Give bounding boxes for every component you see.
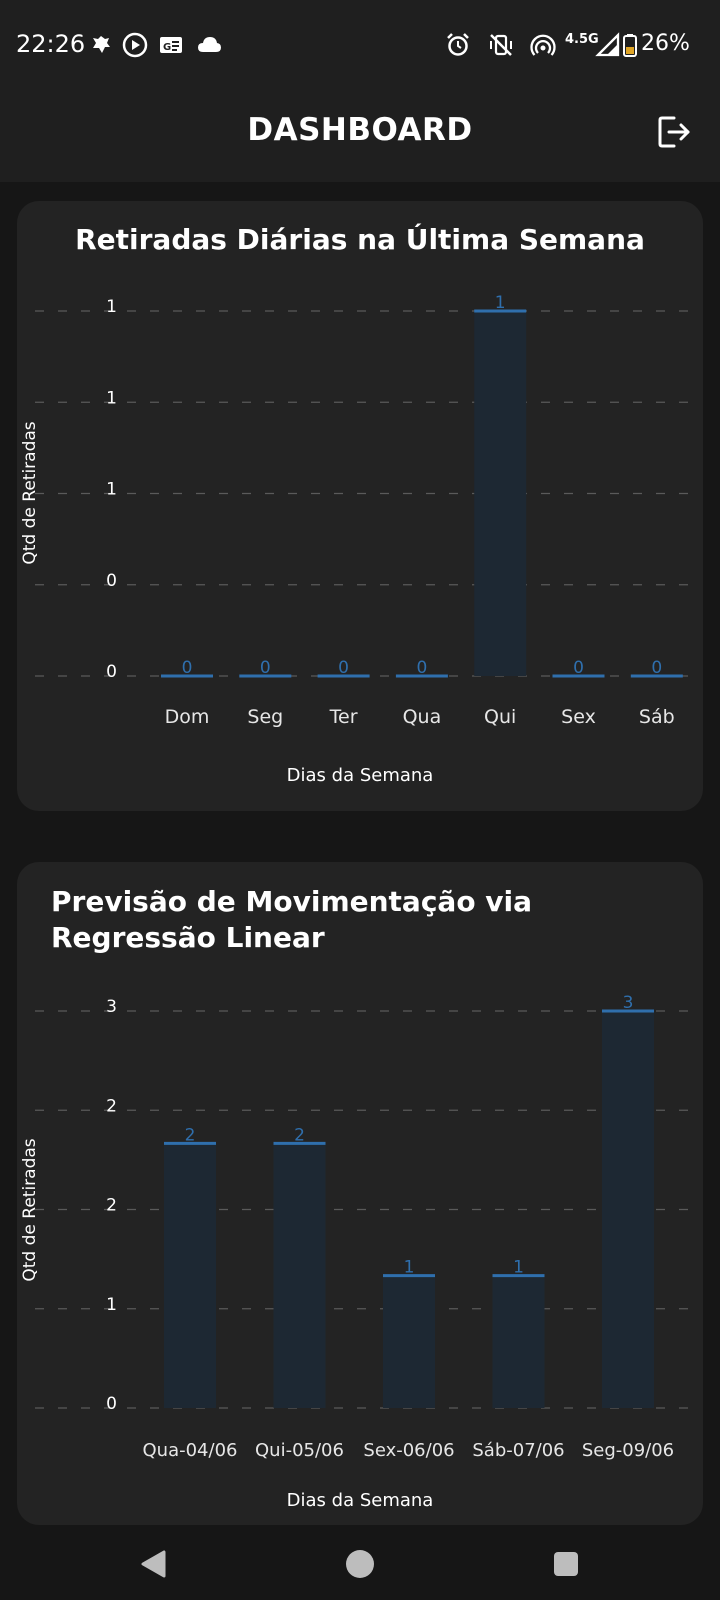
y-tick-label: 0 <box>106 1394 117 1414</box>
x-tick-label: Dom <box>165 706 210 728</box>
bug-notification-icon <box>93 36 110 53</box>
y-tick-label: 0 <box>106 662 117 682</box>
y-tick-label: 2 <box>106 1096 117 1116</box>
y-tick-label: 1 <box>106 1295 117 1315</box>
y-axis-title: Qtd de Retiradas <box>20 1138 40 1281</box>
battery-icon <box>623 34 637 57</box>
bar <box>474 311 527 676</box>
x-tick-label: Qua <box>403 706 442 728</box>
card-notification-icon: G <box>160 37 182 53</box>
x-axis-title: Dias da Semana <box>287 765 434 786</box>
screen: 22:26 G 4.5G 26% DASHBOARD Retiradas Diá… <box>0 0 720 1600</box>
vibrate-off-icon <box>490 34 512 56</box>
x-tick-label: Qua-04/06 <box>143 1440 238 1461</box>
bar <box>602 1011 654 1408</box>
bar-value-label: 1 <box>513 1258 524 1278</box>
bar-value-label: 0 <box>260 658 271 678</box>
x-tick-label: Sáb-07/06 <box>472 1440 564 1461</box>
signal-icon <box>595 32 620 57</box>
nav-home-button[interactable] <box>340 1544 380 1584</box>
bar-value-label: 2 <box>294 1125 305 1145</box>
bar-value-label: 0 <box>416 658 427 678</box>
status-time: 22:26 <box>16 30 86 58</box>
forecast-card: Previsão de Movimentação via Regressão L… <box>17 862 703 1525</box>
bar <box>273 1143 326 1408</box>
x-axis-title: Dias da Semana <box>287 1490 434 1511</box>
status-bar: 22:26 G 4.5G 26% <box>0 0 720 90</box>
page-title: DASHBOARD <box>247 112 473 148</box>
y-tick-label: 0 <box>106 571 117 591</box>
nav-back-button[interactable] <box>134 1544 174 1584</box>
x-tick-label: Seg <box>247 706 283 728</box>
logout-button[interactable] <box>654 112 694 152</box>
x-tick-label: Qui-05/06 <box>255 1440 344 1461</box>
bar-value-label: 2 <box>185 1125 196 1145</box>
x-tick-label: Ter <box>329 706 358 728</box>
bar <box>383 1275 435 1408</box>
y-axis-title: Qtd de Retiradas <box>20 421 40 564</box>
y-tick-label: 2 <box>106 1196 117 1216</box>
bar-value-label: 0 <box>182 658 193 678</box>
y-tick-label: 3 <box>106 997 117 1017</box>
home-circle-icon <box>346 1550 374 1578</box>
nav-recents-button[interactable] <box>546 1544 586 1584</box>
bar <box>164 1143 216 1408</box>
bar-value-label: 1 <box>404 1258 415 1278</box>
forecast-chart: 0 1 2 2 3 2 Qua-04/06 2 Qui-05/06 1 Sex-06/06 1 Sáb-… <box>20 993 689 1511</box>
network-type-label: 4.5G <box>565 32 599 47</box>
alarm-icon <box>447 33 469 56</box>
bar <box>492 1275 545 1408</box>
x-tick-label: Sáb <box>639 706 675 728</box>
svg-text:G: G <box>163 42 171 53</box>
y-tick-label: 1 <box>106 480 117 500</box>
media-play-icon <box>122 32 148 58</box>
x-tick-label: Sex <box>561 706 596 728</box>
bar-value-label: 1 <box>495 293 506 313</box>
recents-square-icon <box>554 1552 578 1576</box>
x-tick-label: Seg-09/06 <box>582 1440 674 1461</box>
logout-icon <box>658 116 690 148</box>
bar-value-label: 0 <box>651 658 662 678</box>
bar-value-label: 0 <box>573 658 584 678</box>
hotspot-icon <box>530 34 556 56</box>
x-tick-label: Qui <box>484 706 516 728</box>
bar-value-label: 3 <box>623 993 634 1013</box>
daily-withdrawals-chart: 0 0 1 1 1 0 Dom 0 Seg 0 Ter 0 Qua 1 Qui 0 Sex 0 Sáb Dias da… <box>20 293 689 786</box>
system-nav-bar <box>0 1530 720 1600</box>
back-triangle-icon <box>141 1550 166 1578</box>
battery-percentage: 26% <box>641 31 690 56</box>
daily-withdrawals-card: Retiradas Diárias na Última Semana 00111… <box>17 201 703 811</box>
cloud-icon <box>198 37 221 52</box>
x-tick-label: Sex-06/06 <box>363 1440 454 1461</box>
y-tick-label: 1 <box>106 388 117 408</box>
bar-value-label: 0 <box>338 658 349 678</box>
y-tick-label: 1 <box>106 297 117 317</box>
